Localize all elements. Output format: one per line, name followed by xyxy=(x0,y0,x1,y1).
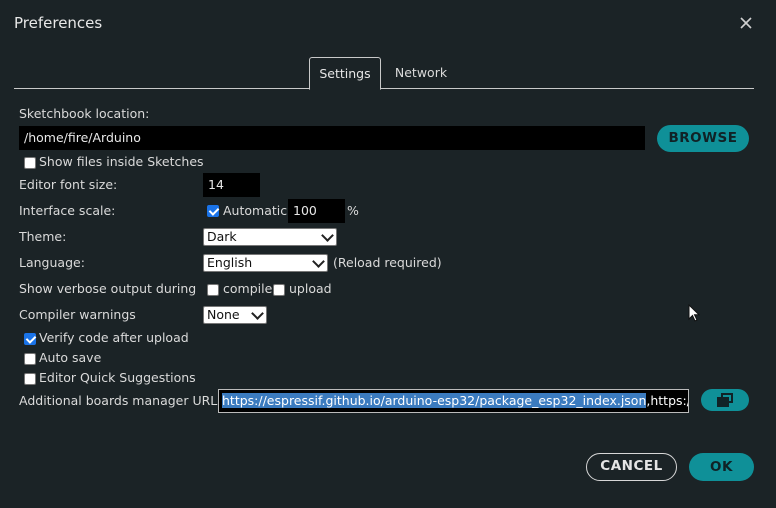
edit-urls-button[interactable] xyxy=(701,389,749,411)
verify-label: Verify code after upload xyxy=(39,330,189,345)
tab-settings[interactable]: Settings xyxy=(309,57,381,90)
language-label: Language: xyxy=(19,255,85,270)
language-select[interactable]: English xyxy=(203,254,328,272)
interface-scale-label: Interface scale: xyxy=(19,203,116,218)
compiler-warnings-selected-value: None xyxy=(207,307,240,322)
upload-label: upload xyxy=(289,281,332,296)
show-files-label: Show files inside Sketches xyxy=(39,154,204,169)
autosave-checkbox[interactable] xyxy=(24,353,36,365)
theme-selected-value: Dark xyxy=(207,229,237,244)
boards-urls-selected-text: https://espressif.github.io/arduino-esp3… xyxy=(222,393,647,408)
chevron-down-icon xyxy=(321,229,334,242)
automatic-checkbox[interactable] xyxy=(207,205,219,217)
compiler-warnings-select[interactable]: None xyxy=(203,306,267,324)
mouse-cursor-icon xyxy=(688,304,700,322)
boards-urls-input[interactable]: https://espressif.github.io/arduino-esp3… xyxy=(218,389,689,413)
automatic-label: Automatic xyxy=(223,203,288,218)
chevron-down-icon xyxy=(312,255,325,268)
sketchbook-label: Sketchbook location: xyxy=(19,106,150,121)
verbose-label: Show verbose output during xyxy=(19,281,197,296)
verify-checkbox[interactable] xyxy=(24,333,36,345)
font-size-label: Editor font size: xyxy=(19,177,118,192)
upload-checkbox[interactable] xyxy=(273,284,285,296)
theme-select[interactable]: Dark xyxy=(203,228,337,246)
tab-divider xyxy=(14,88,754,89)
compile-label: compile xyxy=(223,281,273,296)
tab-network[interactable]: Network xyxy=(388,57,454,89)
percent-unit: % xyxy=(347,203,359,218)
boards-urls-rest-text: ,https://ra xyxy=(646,393,688,408)
compiler-warnings-label: Compiler warnings xyxy=(19,307,136,322)
quick-suggestions-label: Editor Quick Suggestions xyxy=(39,370,196,385)
interface-scale-input[interactable]: 100 xyxy=(288,199,345,223)
quick-suggestions-checkbox[interactable] xyxy=(24,373,36,385)
autosave-label: Auto save xyxy=(39,350,102,365)
dialog-title: Preferences xyxy=(14,14,103,32)
browse-button[interactable]: BROWSE xyxy=(657,125,749,152)
ok-button[interactable]: OK xyxy=(689,453,754,481)
sketchbook-location-input[interactable]: /home/fire/Arduino xyxy=(19,126,645,150)
language-selected-value: English xyxy=(207,255,253,270)
reload-required-note: (Reload required) xyxy=(333,255,442,270)
theme-label: Theme: xyxy=(19,229,67,244)
font-size-input[interactable]: 14 xyxy=(203,173,260,197)
chevron-down-icon xyxy=(251,307,264,320)
compile-checkbox[interactable] xyxy=(207,284,219,296)
show-files-checkbox[interactable] xyxy=(24,157,36,169)
window-restore-icon xyxy=(717,393,733,407)
cancel-button[interactable]: CANCEL xyxy=(586,453,677,481)
boards-urls-label: Additional boards manager URLs: xyxy=(19,393,228,408)
close-icon[interactable] xyxy=(737,14,755,32)
